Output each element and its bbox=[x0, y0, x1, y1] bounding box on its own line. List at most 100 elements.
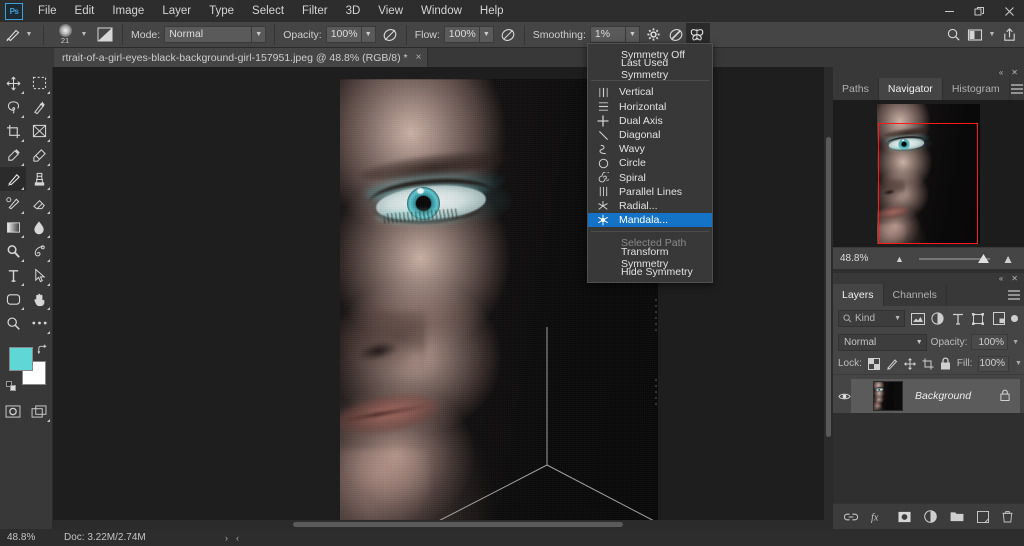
delete-layer-icon[interactable] bbox=[1002, 510, 1013, 523]
layer-blend-mode-select[interactable]: Normal ▼ bbox=[838, 333, 927, 351]
lock-transparent-pixels-icon[interactable] bbox=[867, 357, 880, 370]
menu-item-radial[interactable]: Radial... bbox=[588, 199, 712, 213]
chevron-down-icon[interactable]: ▼ bbox=[479, 26, 494, 43]
navigator-zoom-slider[interactable]: ▲ ▲ bbox=[885, 252, 1024, 266]
lasso-tool[interactable] bbox=[0, 95, 26, 119]
blur-tool[interactable] bbox=[26, 215, 52, 239]
share-icon[interactable] bbox=[998, 24, 1020, 46]
smart-object-filter-icon[interactable] bbox=[991, 311, 1006, 327]
layer-kind-filter[interactable]: Kind ▼ bbox=[838, 310, 906, 327]
menu-item-filter[interactable]: Filter bbox=[293, 0, 337, 22]
menu-item-diagonal[interactable]: Diagonal bbox=[588, 128, 712, 142]
menu-item-spiral[interactable]: Spiral bbox=[588, 171, 712, 185]
status-document-info[interactable]: Doc: 3.22M/2.74M bbox=[56, 532, 221, 543]
menu-item-help[interactable]: Help bbox=[471, 0, 513, 22]
close-panel-icon[interactable]: ✕ bbox=[1011, 273, 1018, 284]
menu-item-type[interactable]: Type bbox=[200, 0, 243, 22]
canvas-horizontal-scrollbar[interactable] bbox=[53, 520, 833, 529]
history-brush-tool[interactable] bbox=[0, 191, 26, 215]
workspace-icon[interactable] bbox=[964, 24, 986, 46]
rectangular-marquee-tool[interactable] bbox=[26, 71, 52, 95]
mode-select[interactable]: Normal bbox=[164, 26, 253, 43]
menu-item-vertical[interactable]: Vertical bbox=[588, 85, 712, 99]
default-colors-icon[interactable] bbox=[6, 381, 16, 391]
new-layer-icon[interactable] bbox=[977, 510, 989, 523]
tab-navigator[interactable]: Navigator bbox=[878, 78, 943, 100]
tool-preset-caret-icon[interactable]: ▼ bbox=[23, 25, 35, 45]
airbrush-icon[interactable] bbox=[497, 24, 519, 46]
quick-mask-icon[interactable] bbox=[0, 399, 26, 423]
tab-channels[interactable]: Channels bbox=[884, 284, 947, 306]
close-panel-icon[interactable]: ✕ bbox=[1011, 67, 1018, 78]
navigator-view-box[interactable] bbox=[878, 123, 978, 244]
type-layer-filter-icon[interactable] bbox=[951, 311, 966, 327]
clone-stamp-tool[interactable] bbox=[26, 167, 52, 191]
adjustment-layer-filter-icon[interactable] bbox=[930, 311, 945, 327]
chevron-down-icon[interactable]: ▼ bbox=[1015, 360, 1022, 367]
restore-icon[interactable] bbox=[964, 0, 994, 22]
menu-item-dual-axis[interactable]: Dual Axis bbox=[588, 114, 712, 128]
chevron-down-icon[interactable]: ▼ bbox=[986, 25, 998, 45]
lock-position-icon[interactable] bbox=[904, 357, 916, 370]
tab-layers[interactable]: Layers bbox=[833, 284, 884, 306]
chevron-down-icon[interactable]: ▼ bbox=[625, 26, 640, 43]
new-adjustment-layer-icon[interactable] bbox=[924, 510, 937, 523]
close-icon[interactable] bbox=[994, 0, 1024, 22]
layer-style-fx-icon[interactable]: fx bbox=[871, 511, 885, 522]
canvas-area[interactable] bbox=[53, 67, 833, 529]
path-selection-tool[interactable] bbox=[26, 263, 52, 287]
layer-row-background[interactable]: Background bbox=[837, 379, 1020, 413]
smoothing-input[interactable]: 1% bbox=[589, 26, 626, 43]
pressure-opacity-icon[interactable] bbox=[379, 24, 401, 46]
status-expand-icon[interactable]: › bbox=[221, 533, 232, 543]
chevron-down-icon[interactable]: ▼ bbox=[1012, 339, 1019, 346]
menu-item-layer[interactable]: Layer bbox=[153, 0, 200, 22]
menu-item-image[interactable]: Image bbox=[103, 0, 153, 22]
layer-name[interactable]: Background bbox=[915, 390, 971, 402]
chevron-down-icon[interactable]: ▼ bbox=[916, 339, 923, 346]
screen-mode-icon[interactable] bbox=[26, 399, 52, 423]
document-tab[interactable]: rtrait-of-a-girl-eyes-black-background-g… bbox=[54, 48, 429, 67]
active-tool-indicator[interactable]: ▼ bbox=[0, 22, 38, 48]
brush-preset-picker[interactable]: 21 ▼ bbox=[49, 22, 93, 48]
layer-opacity-input[interactable]: 100% bbox=[971, 334, 1009, 350]
status-collapse-icon[interactable]: ‹ bbox=[232, 533, 243, 543]
shape-layer-filter-icon[interactable] bbox=[971, 311, 986, 327]
zoom-in-icon[interactable]: ▲ bbox=[1002, 252, 1014, 266]
navigator-thumbnail[interactable] bbox=[833, 100, 1024, 247]
navigator-zoom-value[interactable]: 48.8% bbox=[833, 253, 885, 264]
swap-colors-icon[interactable] bbox=[37, 344, 48, 358]
pixel-layer-filter-icon[interactable] bbox=[910, 311, 925, 327]
zoom-out-icon[interactable]: ▲ bbox=[895, 254, 904, 264]
panel-menu-icon[interactable] bbox=[1004, 284, 1024, 306]
link-layers-icon[interactable] bbox=[844, 512, 858, 522]
chevron-down-icon[interactable]: ▼ bbox=[361, 26, 376, 43]
menu-item-file[interactable]: File bbox=[29, 0, 66, 22]
lock-all-icon[interactable] bbox=[940, 357, 951, 370]
menu-item-wavy[interactable]: Wavy bbox=[588, 142, 712, 156]
healing-brush-tool[interactable] bbox=[26, 143, 52, 167]
dodge-tool[interactable] bbox=[0, 239, 26, 263]
menu-item-horizontal[interactable]: Horizontal bbox=[588, 100, 712, 114]
menu-item-last-used-symmetry[interactable]: Last Used Symmetry bbox=[588, 57, 712, 81]
menu-item-circle[interactable]: Circle bbox=[588, 156, 712, 170]
search-icon[interactable] bbox=[942, 24, 964, 46]
menu-item-mandala[interactable]: Mandala... bbox=[588, 213, 712, 228]
zoom-tool[interactable] bbox=[0, 311, 26, 335]
type-tool[interactable] bbox=[0, 263, 26, 287]
hand-tool[interactable] bbox=[26, 287, 52, 311]
menu-item-edit[interactable]: Edit bbox=[66, 0, 104, 22]
collapse-panel-icon[interactable]: « bbox=[999, 273, 1003, 284]
lock-artboard-icon[interactable] bbox=[922, 358, 934, 370]
filter-toggle-icon[interactable] bbox=[1011, 315, 1019, 322]
add-layer-mask-icon[interactable] bbox=[898, 511, 911, 523]
frame-tool[interactable] bbox=[26, 119, 52, 143]
brush-tool[interactable] bbox=[0, 167, 26, 191]
move-tool[interactable] bbox=[0, 71, 26, 95]
flow-input[interactable]: 100% bbox=[443, 26, 480, 43]
menu-item-window[interactable]: Window bbox=[412, 0, 471, 22]
pen-tool[interactable] bbox=[26, 239, 52, 263]
edit-toolbar-ellipsis-icon[interactable] bbox=[26, 311, 52, 335]
eraser-tool[interactable] bbox=[26, 191, 52, 215]
chevron-down-icon[interactable]: ▼ bbox=[78, 25, 90, 45]
